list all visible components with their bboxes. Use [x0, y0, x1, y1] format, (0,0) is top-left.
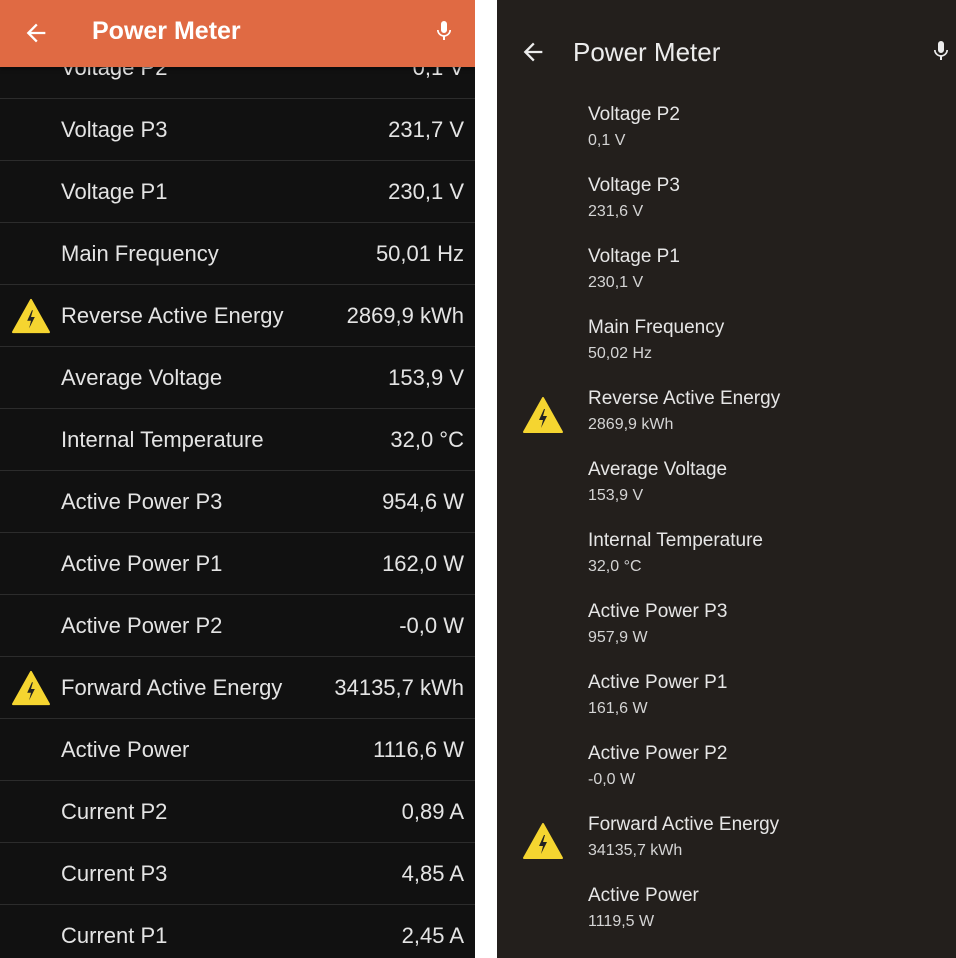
- entity-value: 0,1 V: [588, 132, 626, 149]
- list-item[interactable]: Current P3 4,85 A: [0, 843, 475, 905]
- list-item[interactable]: Active Power P1 162,0 W: [0, 533, 475, 595]
- entity-value: 230,1 V: [588, 274, 644, 291]
- list-item[interactable]: Main Frequency 50,02 Hz: [497, 310, 956, 381]
- entity-value: 954,6 W: [382, 489, 464, 514]
- entity-label: Main Frequency: [588, 317, 725, 338]
- high-voltage-warning-icon: [12, 670, 50, 706]
- entity-value: -0,0 W: [399, 613, 464, 638]
- list-item[interactable]: Voltage P2 0,1 V: [497, 97, 956, 168]
- microphone-icon[interactable]: [432, 16, 456, 46]
- list-item[interactable]: Current P1 2,45 A: [0, 905, 475, 958]
- high-voltage-warning-icon: [523, 397, 563, 433]
- divider: [475, 0, 497, 958]
- entity-value: 153,9 V: [588, 487, 644, 504]
- entity-value: 161,6 W: [588, 700, 648, 717]
- microphone-icon[interactable]: [929, 36, 953, 66]
- entity-value: 957,9 W: [588, 629, 648, 646]
- sensor-list: Voltage P2 0,1 V Voltage P3 231,6 V Voltage …: [497, 97, 956, 949]
- entity-value: 4,85 A: [401, 861, 464, 886]
- entity-label: Active Power P3: [588, 601, 728, 622]
- entity-label: Average Voltage: [588, 459, 728, 480]
- arrow-back-icon[interactable]: [519, 36, 547, 68]
- entity-value: 1116,6 W: [373, 737, 464, 762]
- high-voltage-warning-icon: [12, 298, 50, 334]
- entity-value: 230,1 V: [388, 179, 464, 204]
- entity-value: -0,0 W: [588, 771, 636, 788]
- app-bar: Power Meter: [0, 0, 475, 67]
- entity-label: Current P1: [61, 923, 168, 948]
- entity-value: 32,0 °C: [588, 558, 642, 575]
- page-title: Power Meter: [92, 17, 241, 45]
- list-item[interactable]: Voltage P1 230,1 V: [0, 161, 475, 223]
- entity-value: 50,01 Hz: [375, 241, 464, 266]
- list-item[interactable]: Active Power P2 -0,0 W: [0, 595, 475, 657]
- list-item[interactable]: Forward Active Energy 34135,7 kWh: [497, 807, 956, 878]
- list-item[interactable]: Active Power 1116,6 W: [0, 719, 475, 781]
- entity-value: 34135,7 kWh: [334, 675, 464, 700]
- entity-value: 2869,9 kWh: [588, 416, 674, 433]
- app-bar: Power Meter: [497, 0, 956, 100]
- list-item[interactable]: Reverse Active Energy 2869,9 kWh: [497, 381, 956, 452]
- entity-value: 32,0 °C: [390, 427, 464, 452]
- left-screen: Power Meter Voltage P2 0,1 V Voltage P3 231…: [0, 0, 475, 958]
- right-screen: Power Meter Voltage P2 0,1 V Voltage P3 231…: [497, 0, 956, 958]
- entity-label: Voltage P3: [61, 117, 168, 142]
- entity-value: 50,02 Hz: [588, 345, 653, 362]
- entity-label: Active Power P2: [61, 613, 223, 638]
- entity-label: Active Power P1: [588, 672, 728, 693]
- entity-label: Main Frequency: [61, 241, 219, 266]
- list-item[interactable]: Voltage P3 231,6 V: [497, 168, 956, 239]
- entity-label: Active Power: [588, 885, 699, 906]
- entity-label: Average Voltage: [61, 365, 223, 390]
- entity-label: Reverse Active Energy: [588, 388, 781, 409]
- entity-value: 2,45 A: [401, 923, 464, 948]
- entity-label: Reverse Active Energy: [61, 303, 284, 328]
- list-item[interactable]: Active Power P2 -0,0 W: [497, 736, 956, 807]
- list-item[interactable]: Active Power P3 957,9 W: [497, 594, 956, 665]
- entity-label: Active Power P1: [61, 551, 223, 576]
- list-item[interactable]: Main Frequency 50,01 Hz: [0, 223, 475, 285]
- entity-label: Active Power P2: [588, 743, 728, 764]
- list-item[interactable]: Reverse Active Energy 2869,9 kWh: [0, 285, 475, 347]
- list-item[interactable]: Active Power 1119,5 W: [497, 878, 956, 949]
- list-item[interactable]: Internal Temperature 32,0 °C: [497, 523, 956, 594]
- page-title: Power Meter: [573, 37, 721, 67]
- entity-value: 231,7 V: [388, 117, 464, 142]
- entity-label: Current P3: [61, 861, 168, 886]
- entity-value: 153,9 V: [388, 365, 464, 390]
- entity-value: 162,0 W: [382, 551, 464, 576]
- entity-label: Voltage P3: [588, 175, 680, 196]
- entity-label: Voltage P2: [588, 104, 680, 125]
- entity-label: Current P2: [61, 799, 168, 824]
- list-item[interactable]: Active Power P1 161,6 W: [497, 665, 956, 736]
- entity-label: Forward Active Energy: [61, 675, 283, 700]
- entity-label: Internal Temperature: [588, 530, 763, 551]
- entity-value: 34135,7 kWh: [588, 842, 683, 859]
- entity-label: Forward Active Energy: [588, 814, 780, 835]
- entity-value: 1119,5 W: [588, 913, 655, 930]
- entity-label: Active Power: [61, 737, 190, 762]
- arrow-back-icon[interactable]: [22, 16, 50, 50]
- entity-label: Active Power P3: [61, 489, 223, 514]
- list-item[interactable]: Current P2 0,89 A: [0, 781, 475, 843]
- entity-label: Voltage P1: [588, 246, 680, 267]
- list-item[interactable]: Forward Active Energy 34135,7 kWh: [0, 657, 475, 719]
- list-item[interactable]: Voltage P1 230,1 V: [497, 239, 956, 310]
- sensor-list: Voltage P2 0,1 V Voltage P3 231,7 V Voltage …: [0, 37, 475, 958]
- list-item[interactable]: Average Voltage 153,9 V: [497, 452, 956, 523]
- list-item[interactable]: Average Voltage 153,9 V: [0, 347, 475, 409]
- entity-label: Voltage P1: [61, 179, 168, 204]
- list-item[interactable]: Active Power P3 954,6 W: [0, 471, 475, 533]
- entity-value: 0,89 A: [401, 799, 464, 824]
- high-voltage-warning-icon: [523, 823, 563, 859]
- entity-value: 231,6 V: [588, 203, 644, 220]
- entity-value: 2869,9 kWh: [346, 303, 464, 328]
- entity-label: Internal Temperature: [61, 427, 264, 452]
- list-item[interactable]: Internal Temperature 32,0 °C: [0, 409, 475, 471]
- list-item[interactable]: Voltage P3 231,7 V: [0, 99, 475, 161]
